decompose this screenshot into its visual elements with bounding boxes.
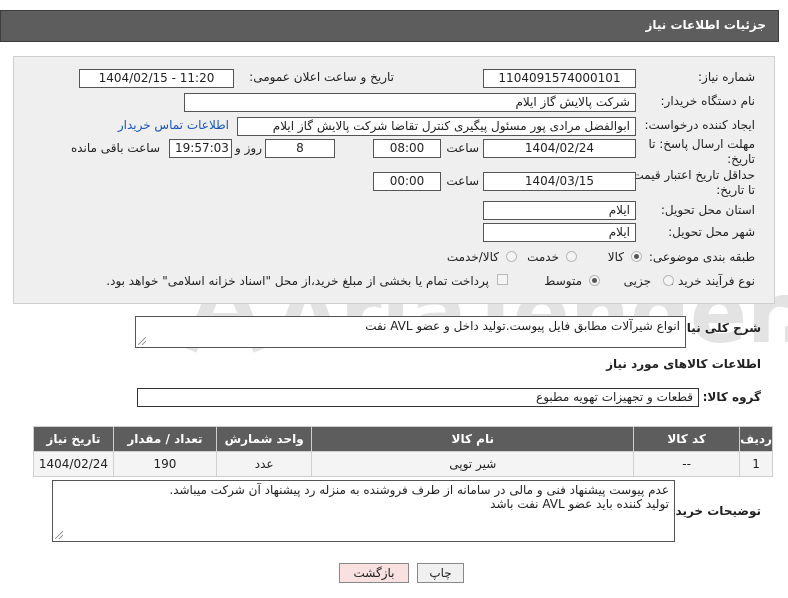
treasury-payment-checkbox[interactable] — [497, 274, 508, 285]
page-title: جزئیات اطلاعات نیاز — [645, 18, 766, 32]
treasury-payment-note: پرداخت تمام یا بخشی از مبلغ خرید،از محل … — [106, 274, 489, 288]
buyer-org-label: نام دستگاه خریدار: — [660, 94, 756, 108]
column-header-code: کد کالا — [633, 426, 741, 452]
need-number-label: شماره نیاز: — [698, 70, 755, 84]
need-number-field: 1104091574000101 — [483, 69, 636, 88]
province-field: ایلام — [483, 201, 636, 220]
remaining-time-field: 19:57:03 — [169, 139, 232, 158]
category-label: طبقه بندی موضوعی: — [648, 250, 755, 264]
goods-group-label: گروه کالا: — [702, 390, 761, 404]
province-label: استان محل تحویل: — [660, 203, 755, 217]
column-header-date: تاریخ نیاز — [33, 426, 114, 452]
column-header-name: نام کالا — [311, 426, 635, 452]
category-option-goods-service: کالا/خدمت — [446, 250, 499, 264]
deadline-time-label: ساعت — [446, 141, 479, 155]
deadline-time-field: 08:00 — [373, 139, 441, 158]
days-field: 8 — [265, 139, 335, 158]
column-header-unit: واحد شمارش — [215, 426, 313, 452]
back-button[interactable]: بازگشت — [339, 563, 409, 583]
remaining-label: ساعت باقی مانده — [70, 141, 160, 155]
process-radio-minor[interactable] — [663, 275, 674, 286]
page-header: جزئیات اطلاعات نیاز — [0, 10, 779, 42]
deadline-label-date: تاریخ: — [727, 152, 755, 166]
resize-grip-icon[interactable] — [138, 337, 146, 345]
city-label: شهر محل تحویل: — [668, 225, 755, 239]
cell-name: شیر توپی — [311, 451, 635, 477]
validity-date-field: 1404/03/15 — [483, 172, 636, 191]
table-row: 1 -- شیر توپی عدد 190 1404/02/24 — [33, 451, 773, 477]
summary-label: شرح کلی نیاز: — [675, 321, 761, 335]
validity-time-field: 00:00 — [373, 172, 441, 191]
category-radio-service[interactable] — [566, 251, 577, 262]
requester-label: ایجاد کننده درخواست: — [644, 118, 755, 132]
announce-datetime-field: 1404/02/15 - 11:20 — [79, 69, 234, 88]
cell-date: 1404/02/24 — [33, 451, 114, 477]
requester-field: ابوالفضل مرادی پور مسئول پیگیری کنترل تق… — [237, 117, 636, 136]
cell-code: -- — [633, 451, 741, 477]
goods-table: ردیف کد کالا نام کالا واحد شمارش تعداد /… — [33, 426, 773, 477]
validity-time-label: ساعت — [446, 174, 479, 188]
buyer-notes-line-2: تولید کننده باید عضو AVL نفت باشد — [490, 497, 669, 511]
table-header-row: ردیف کد کالا نام کالا واحد شمارش تعداد /… — [33, 426, 773, 452]
resize-grip-icon[interactable] — [55, 531, 63, 539]
announce-label: تاریخ و ساعت اعلان عمومی: — [249, 70, 394, 84]
buyer-contact-link[interactable]: اطلاعات تماس خریدار — [118, 118, 229, 132]
column-header-quantity: تعداد / مقدار — [112, 426, 217, 452]
category-option-service: خدمت — [527, 250, 559, 264]
summary-text: انواع شیرآلات مطابق فایل پیوست.تولید داخ… — [365, 319, 680, 333]
cell-quantity: 190 — [112, 451, 217, 477]
category-radio-goods[interactable] — [631, 251, 642, 262]
cell-row-number: 1 — [739, 451, 773, 477]
deadline-label: مهلت ارسال پاسخ: تا — [648, 137, 755, 151]
buyer-notes-textarea: عدم پیوست پیشنهاد فنی و مالی در سامانه ا… — [52, 480, 675, 542]
category-radio-goods-service[interactable] — [506, 251, 517, 262]
category-option-goods: کالا — [607, 250, 624, 264]
summary-textarea: انواع شیرآلات مطابق فایل پیوست.تولید داخ… — [135, 316, 686, 348]
cell-unit: عدد — [215, 451, 313, 477]
days-label: روز و — [235, 141, 262, 155]
need-details-panel: شماره نیاز: 1104091574000101 تاریخ و ساع… — [13, 56, 775, 304]
process-radio-medium[interactable] — [589, 275, 600, 286]
process-option-medium: متوسط — [544, 274, 582, 288]
buyer-org-field: شرکت پالایش گاز ایلام — [184, 93, 636, 112]
deadline-date-field: 1404/02/24 — [483, 139, 636, 158]
buyer-notes-line-1: عدم پیوست پیشنهاد فنی و مالی در سامانه ا… — [169, 483, 669, 497]
column-header-row-number: ردیف — [739, 426, 773, 452]
print-button[interactable]: چاپ — [417, 563, 464, 583]
validity-label-date: تا تاریخ: — [716, 183, 755, 197]
city-field: ایلام — [483, 223, 636, 242]
validity-label: حداقل تاریخ اعتبار قیمت: — [628, 168, 755, 182]
goods-section-title: اطلاعات کالاهای مورد نیاز — [606, 357, 761, 371]
process-option-minor: جزیی — [623, 274, 651, 288]
goods-group-field: قطعات و تجهیزات تهویه مطبوع — [137, 388, 699, 407]
process-label: نوع فرآیند خرید : — [670, 274, 755, 288]
